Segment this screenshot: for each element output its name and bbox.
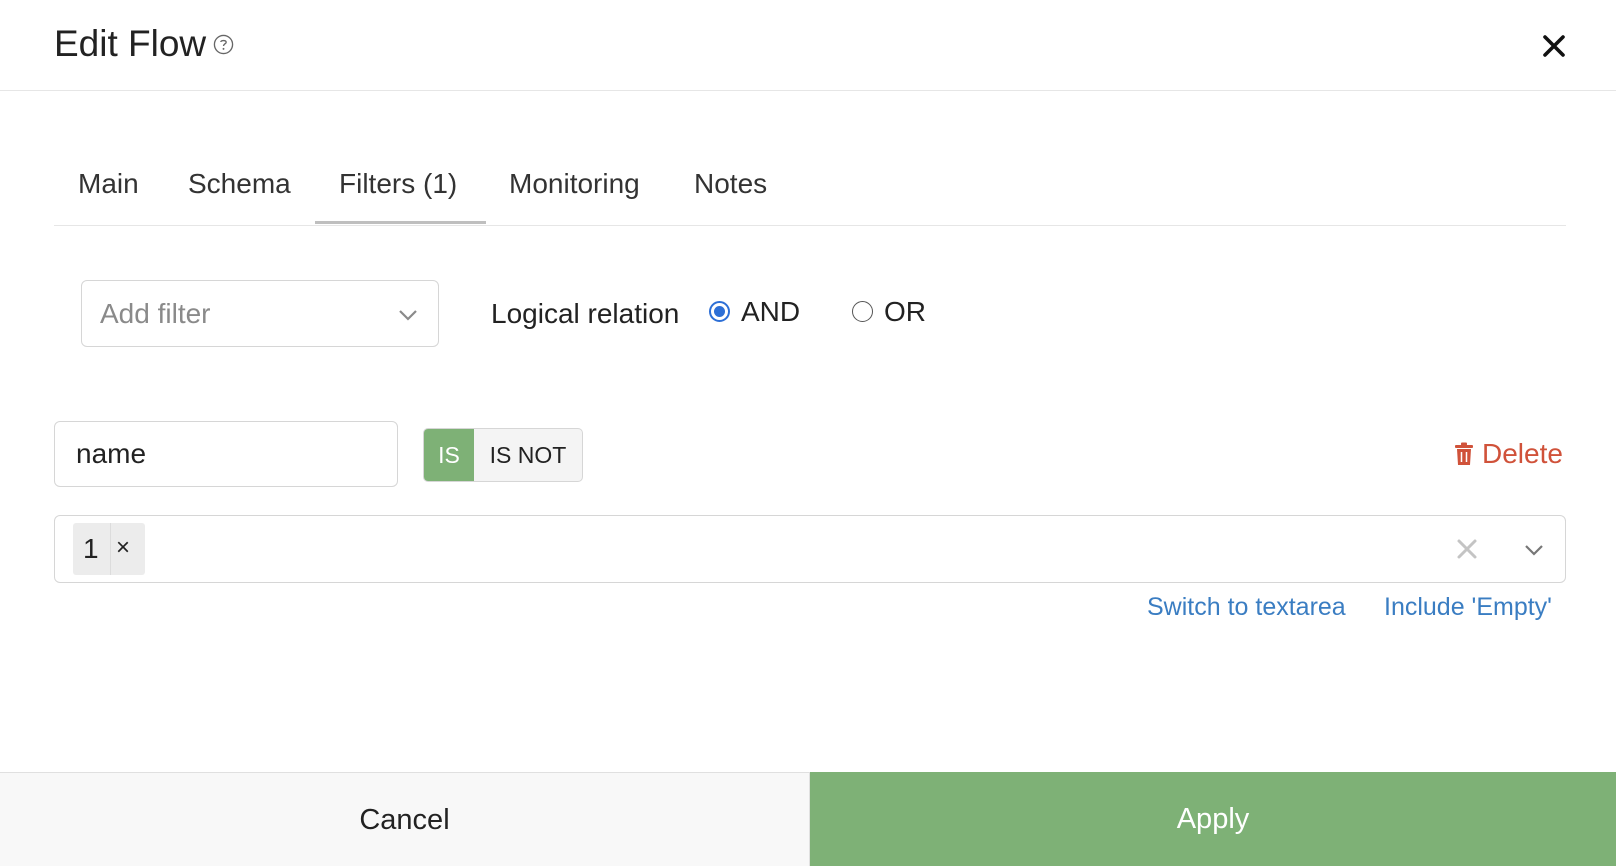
include-empty-link[interactable]: Include 'Empty' (1384, 593, 1552, 622)
value-tag-label: 1 (83, 533, 99, 564)
is-button[interactable]: IS (424, 429, 474, 481)
add-filter-placeholder: Add filter (100, 298, 211, 329)
tag-divider (110, 523, 111, 575)
or-radio[interactable] (852, 301, 873, 322)
cancel-button[interactable]: Cancel (0, 772, 810, 866)
edit-flow-dialog: Edit Flow Main Schema Filters (1) Monito… (0, 0, 1616, 866)
and-radio-label[interactable]: AND (741, 296, 800, 328)
tab-notes[interactable]: Notes (694, 167, 767, 201)
and-radio[interactable] (709, 301, 730, 322)
clear-icon[interactable] (1456, 538, 1478, 560)
or-radio-label[interactable]: OR (884, 296, 926, 328)
trash-icon (1455, 442, 1473, 465)
chevron-down-icon (399, 310, 417, 321)
chevron-down-icon[interactable] (1522, 538, 1546, 562)
tag-remove-icon[interactable]: × (116, 534, 130, 562)
delete-label: Delete (1482, 438, 1563, 469)
logical-relation-label: Logical relation (491, 298, 680, 329)
is-isnot-toggle: IS IS NOT (423, 428, 583, 482)
delete-filter-button[interactable]: Delete (1454, 437, 1563, 471)
dialog-footer: Cancel Apply (0, 772, 1616, 866)
apply-button[interactable]: Apply (810, 772, 1616, 866)
tab-bar: Main Schema Filters (1) Monitoring Notes (54, 155, 1566, 226)
tab-main[interactable]: Main (78, 167, 139, 201)
active-tab-indicator (315, 221, 486, 224)
tab-monitoring[interactable]: Monitoring (509, 167, 640, 201)
value-tag: 1 × (73, 523, 145, 575)
dialog-title: Edit Flow (54, 23, 207, 64)
filter-field-input[interactable] (54, 421, 398, 487)
dialog-header: Edit Flow (0, 0, 1616, 91)
tab-filters[interactable]: Filters (1) (339, 167, 457, 201)
is-not-button[interactable]: IS NOT (474, 429, 582, 481)
switch-to-textarea-link[interactable]: Switch to textarea (1147, 593, 1346, 622)
close-icon[interactable] (1536, 28, 1572, 64)
filter-values-select[interactable]: 1 × (54, 515, 1566, 583)
add-filter-select[interactable]: Add filter (81, 280, 439, 347)
tab-schema[interactable]: Schema (188, 167, 291, 201)
question-circle-icon[interactable] (213, 34, 234, 55)
